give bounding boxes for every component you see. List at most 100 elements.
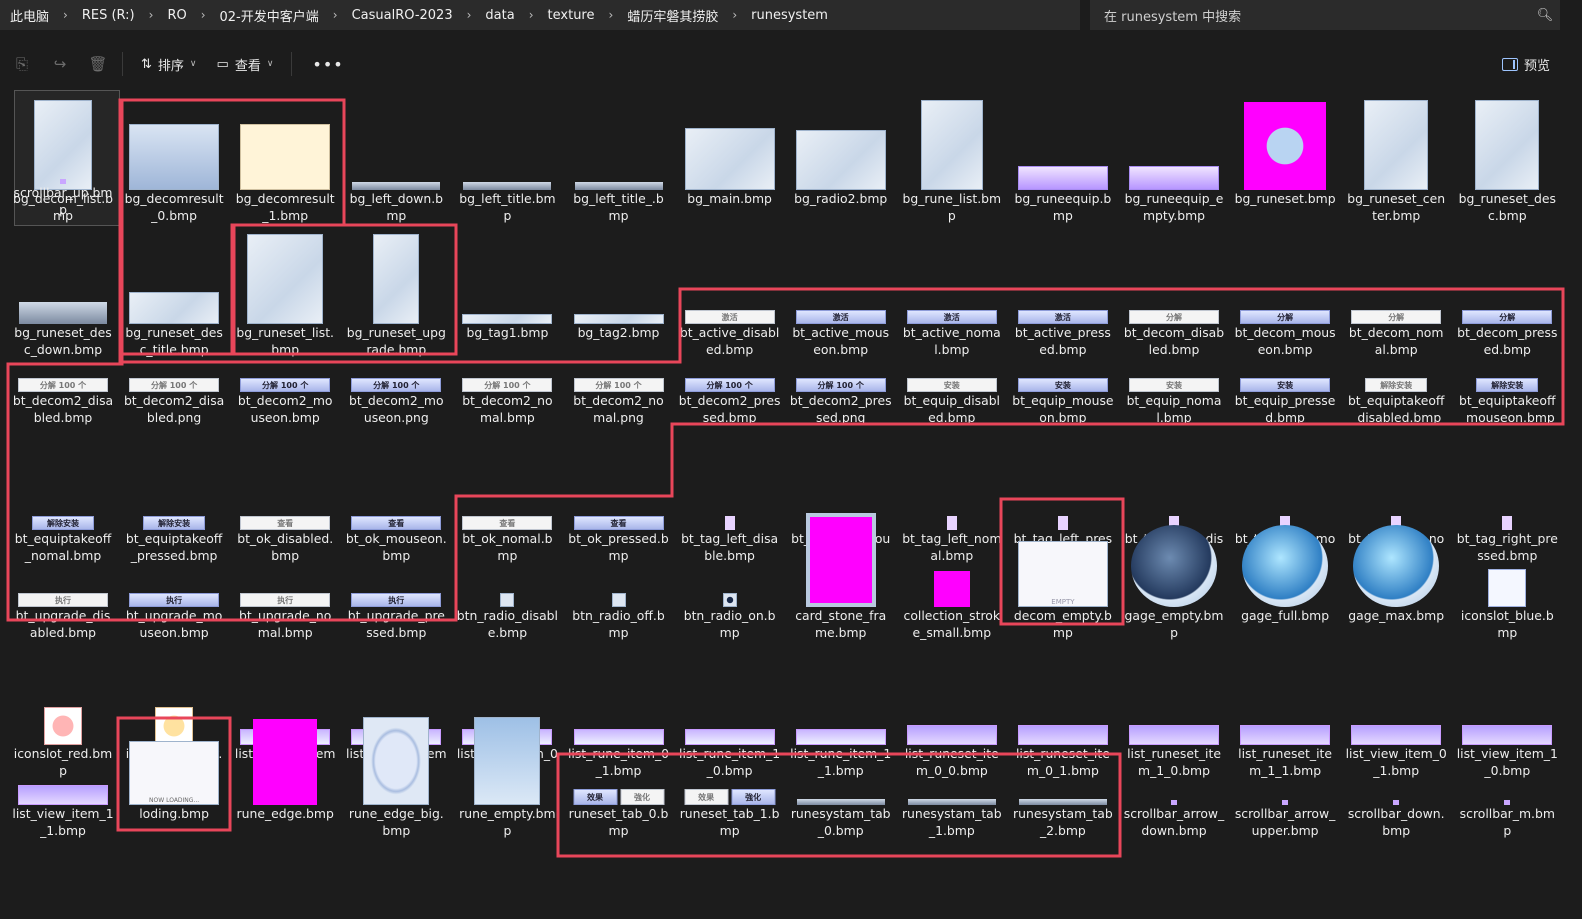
file-item[interactable]: 分解 100 个 bt_decom2_pressed.bmp (677, 364, 783, 426)
file-item[interactable]: gage_max.bmp (1343, 525, 1449, 624)
file-item[interactable]: list_view_item_1_0.bmp (1454, 647, 1560, 779)
file-item[interactable]: 效果 強化 runeset_tab_1.bmp (677, 785, 783, 839)
file-item[interactable]: 查看 bt_ok_mouseon.bmp (343, 432, 449, 564)
breadcrumb-item[interactable]: runesystem (741, 8, 838, 23)
breadcrumb-item[interactable]: 此电脑 (0, 6, 59, 25)
file-item[interactable]: bg_rune_list.bmp (899, 92, 1005, 224)
file-item[interactable]: bg_runeset_list.bmp (232, 230, 338, 358)
file-item[interactable]: 分解 bt_decom_disabled.bmp (1121, 230, 1227, 358)
file-item[interactable]: collection_stroke_small.bmp (899, 570, 1005, 641)
file-item[interactable]: 解除安装 bt_equiptakeoff_disabled.bmp (1343, 364, 1449, 426)
share-icon[interactable]: ↪ (44, 55, 76, 73)
file-item[interactable]: 分解 100 个 bt_decom2_nomal.bmp (454, 364, 560, 426)
file-item[interactable]: scrollbar_down.bmp (1343, 785, 1449, 839)
file-item[interactable]: list_rune_item_1_1.bmp (788, 647, 894, 779)
file-item[interactable]: rune_empty.bmp (454, 717, 560, 839)
file-item[interactable]: iconslot_blue.bmp (1454, 569, 1560, 641)
file-item[interactable]: 执行 bt_upgrade_disabled.bmp (10, 570, 116, 641)
more-options-button[interactable]: ••• (300, 55, 355, 74)
file-item[interactable]: list_runeset_item_1_1.bmp (1232, 647, 1338, 779)
file-item[interactable]: iconslot_red.bmp (10, 647, 116, 779)
breadcrumb-item[interactable]: RES (R:) (72, 8, 145, 23)
file-item[interactable]: bg_tag1.bmp (454, 230, 560, 341)
file-item[interactable]: runesystam_tab_2.bmp (1010, 785, 1116, 839)
file-item[interactable]: 分解 bt_decom_pressed.bmp (1454, 230, 1560, 358)
file-item[interactable]: list_runeset_item_0_0.bmp (899, 647, 1005, 779)
file-item[interactable]: 分解 100 个 bt_decom2_nomal.png (566, 364, 672, 426)
file-item[interactable]: bg_decomresult_0.bmp (121, 92, 227, 224)
search-icon[interactable]: 🔍︎ (1530, 8, 1560, 23)
file-item[interactable]: bg_runeset.bmp (1232, 92, 1338, 207)
file-item[interactable]: 分解 100 个 bt_decom2_pressed.png (788, 364, 894, 426)
file-item[interactable]: gage_empty.bmp (1121, 525, 1227, 641)
file-item[interactable]: bg_left_down.bmp (343, 92, 449, 224)
file-item[interactable]: EMPTY decom_empty.bmp (1010, 541, 1116, 641)
file-item[interactable]: list_runeset_item_0_1.bmp (1010, 647, 1116, 779)
file-item[interactable]: 分解 100 个 bt_decom2_mouseon.png (343, 364, 449, 426)
file-item[interactable]: scrollbar_m.bmp (1454, 785, 1560, 839)
chevron-right-icon[interactable]: › (605, 8, 618, 22)
file-item[interactable]: bg_main.bmp (677, 92, 783, 207)
file-item[interactable]: btn_radio_off.bmp (566, 570, 672, 641)
preview-button[interactable]: 预览 (1501, 55, 1550, 74)
file-item[interactable]: 分解 bt_decom_mouseon.bmp (1232, 230, 1338, 358)
file-item[interactable]: bg_tag2.bmp (566, 230, 672, 341)
file-item[interactable]: scrollbar_up.bmp (10, 92, 116, 218)
chevron-right-icon[interactable]: › (145, 8, 158, 22)
file-item[interactable]: gage_full.bmp (1232, 525, 1338, 624)
file-item[interactable]: bg_radio2.bmp (788, 92, 894, 207)
sort-button[interactable]: ⇅ 排序 ∨ (131, 55, 207, 74)
file-item[interactable]: 激活 bt_active_pressed.bmp (1010, 230, 1116, 358)
breadcrumb-item[interactable]: 02-开发中客户端 (210, 6, 329, 25)
chevron-right-icon[interactable]: › (197, 8, 210, 22)
search-box[interactable]: 在 runesystem 中搜索 🔍︎ (1090, 0, 1560, 30)
search-input[interactable]: 在 runesystem 中搜索 (1090, 6, 1530, 25)
file-item[interactable]: list_rune_item_0_1.bmp (566, 647, 672, 779)
file-item[interactable]: 执行 bt_upgrade_nomal.bmp (232, 570, 338, 641)
file-item[interactable]: bg_runeset_desc_title.bmp (121, 230, 227, 358)
chevron-right-icon[interactable]: › (525, 8, 538, 22)
file-item[interactable]: 查看 bt_ok_nomal.bmp (454, 432, 560, 564)
file-item[interactable]: bg_left_title_.bmp (566, 92, 672, 224)
view-button[interactable]: ▭ 查看 ∨ (207, 55, 284, 74)
breadcrumb-item[interactable]: texture (538, 8, 605, 23)
file-item[interactable]: bt_tag_left_disable.bmp (677, 432, 783, 564)
file-item[interactable]: bg_decomresult_1.bmp (232, 92, 338, 224)
file-item[interactable]: 解除安装 bt_equiptakeoff_mouseon.bmp (1454, 364, 1560, 426)
file-item[interactable]: 分解 100 个 bt_decom2_disabled.bmp (10, 364, 116, 426)
file-item[interactable]: runesystam_tab_1.bmp (899, 785, 1005, 839)
file-item[interactable]: 安装 bt_equip_pressed.bmp (1232, 364, 1338, 426)
delete-icon[interactable]: 🗑︎ (82, 55, 114, 73)
file-item[interactable]: bt_tag_right_pressed.bmp (1454, 432, 1560, 564)
breadcrumb-item[interactable]: RO (157, 8, 196, 23)
file-item[interactable]: 解除安装 bt_equiptakeoff_pressed.bmp (121, 432, 227, 564)
file-item[interactable]: list_view_item_1_1.bmp (10, 785, 116, 839)
breadcrumb-item[interactable]: CasualRO-2023 (342, 8, 463, 23)
chevron-right-icon[interactable]: › (728, 8, 741, 22)
file-item[interactable]: list_runeset_item_1_0.bmp (1121, 647, 1227, 779)
file-item[interactable]: rune_edge.bmp (232, 719, 338, 822)
file-item[interactable]: bg_runeset_center.bmp (1343, 92, 1449, 224)
file-item[interactable]: scrollbar_arrow_down.bmp (1121, 785, 1227, 839)
file-item[interactable]: btn_radio_on.bmp (677, 570, 783, 641)
file-item[interactable]: bg_runeset_desc_down.bmp (10, 230, 116, 358)
file-item[interactable]: 分解 bt_decom_nomal.bmp (1343, 230, 1449, 358)
rename-icon[interactable]: ⎘ (6, 55, 38, 73)
file-item[interactable]: 分解 100 个 bt_decom2_disabled.png (121, 364, 227, 426)
file-item[interactable]: 解除安装 bt_equiptakeoff_nomal.bmp (10, 432, 116, 564)
file-item[interactable]: btn_radio_disable.bmp (454, 570, 560, 641)
file-item[interactable]: NOW LOADING... loding.bmp (121, 741, 227, 822)
file-item[interactable]: bg_runeset_desc.bmp (1454, 92, 1560, 224)
breadcrumb-item[interactable]: 蜡历牢磐其捞胶 (617, 6, 728, 25)
file-item[interactable]: scrollbar_arrow_upper.bmp (1232, 785, 1338, 839)
chevron-right-icon[interactable]: › (59, 8, 72, 22)
file-item[interactable]: 激活 bt_active_nomal.bmp (899, 230, 1005, 358)
file-item[interactable]: 激活 bt_active_disabled.bmp (677, 230, 783, 358)
file-item[interactable]: 安装 bt_equip_disabled.bmp (899, 364, 1005, 426)
file-item[interactable]: 安装 bt_equip_nomal.bmp (1121, 364, 1227, 426)
file-item[interactable]: 查看 bt_ok_disabled.bmp (232, 432, 338, 564)
file-item[interactable]: bg_left_title.bmp (454, 92, 560, 224)
file-item[interactable]: list_rune_item_1_0.bmp (677, 647, 783, 779)
file-item[interactable]: 安装 bt_equip_mouseon.bmp (1010, 364, 1116, 426)
chevron-right-icon[interactable]: › (329, 8, 342, 22)
